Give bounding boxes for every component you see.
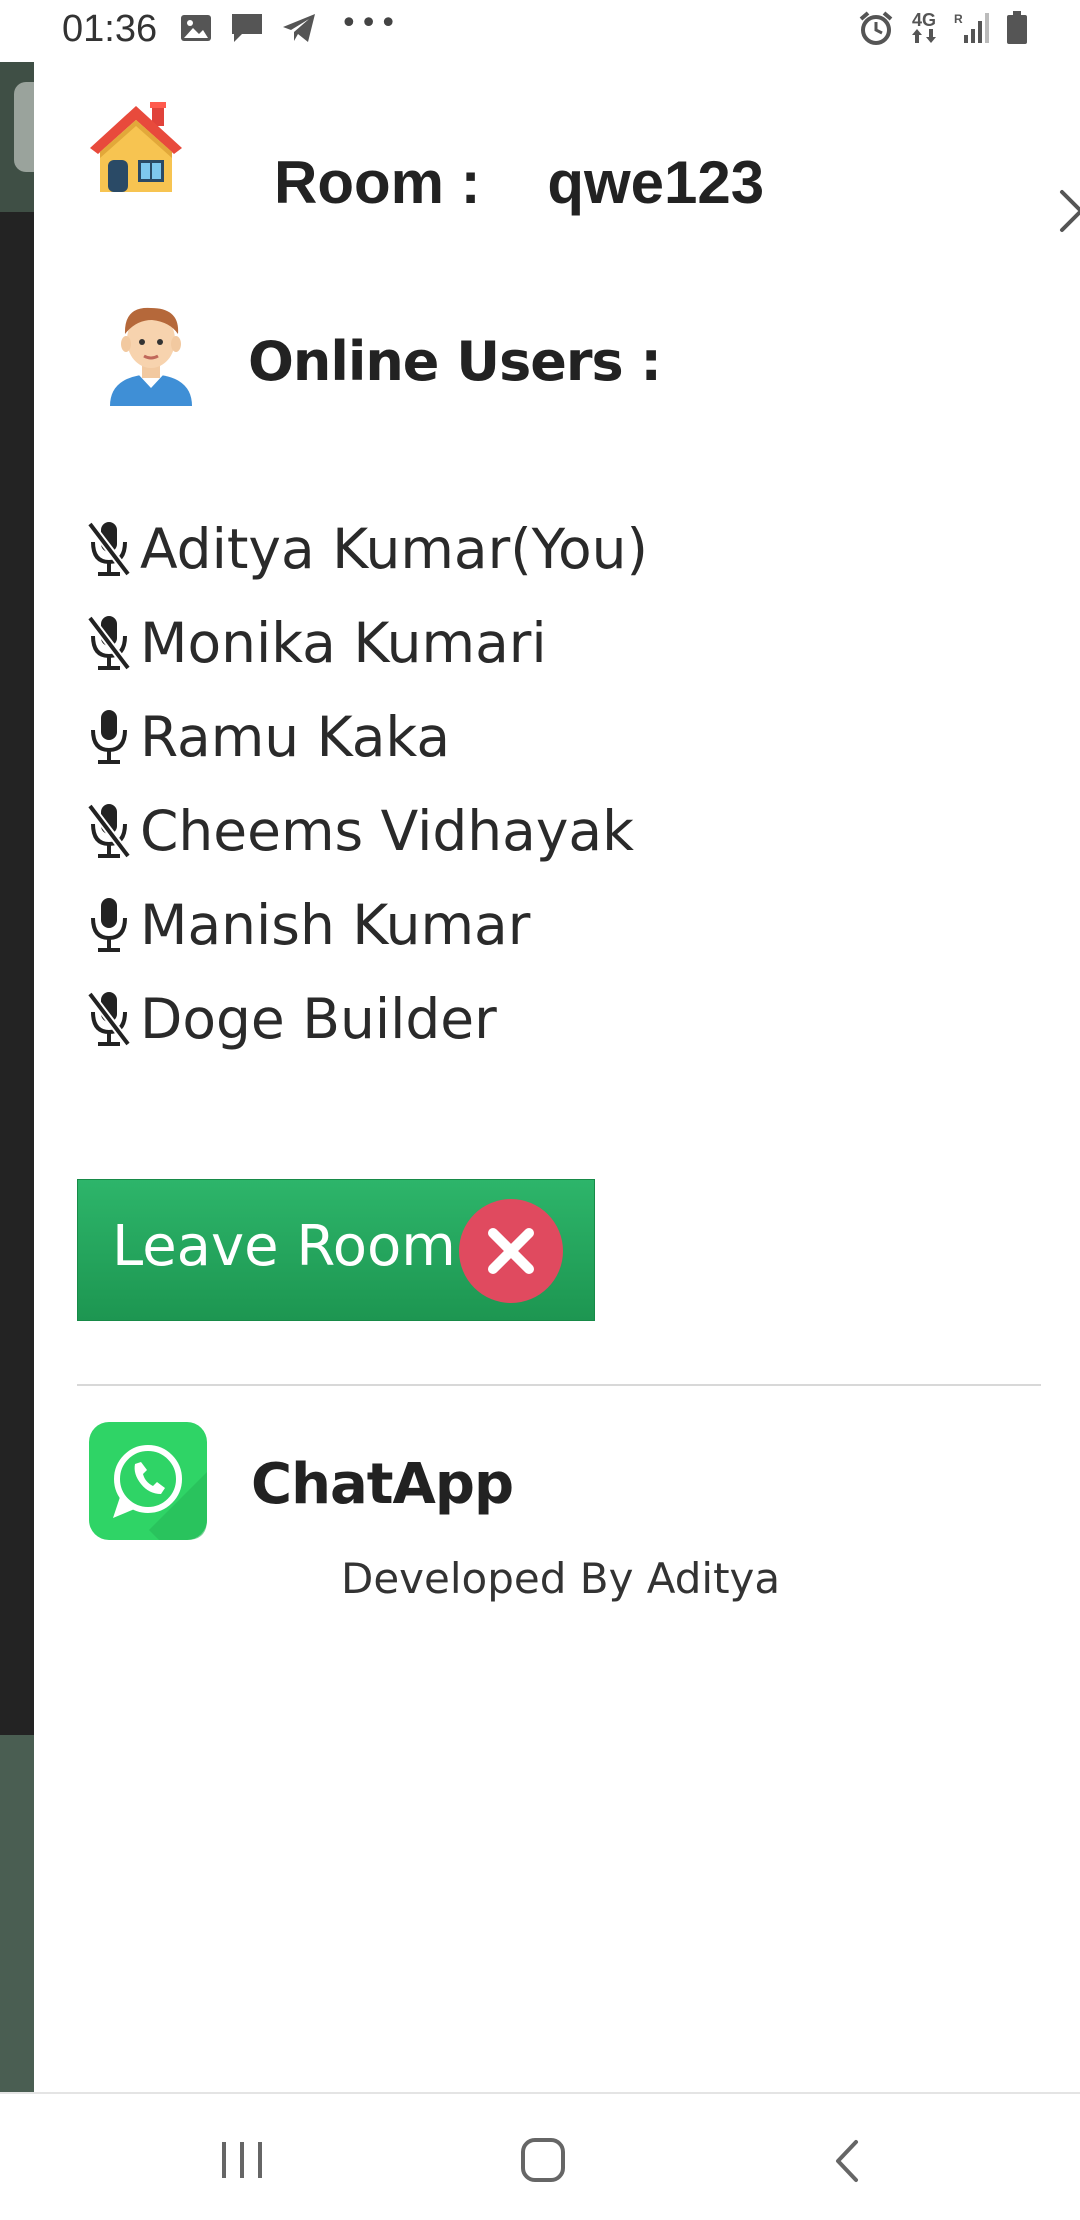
back-icon[interactable] [818,2136,878,2186]
user-name: Ramu Kaka [140,705,451,769]
message-icon [232,14,262,42]
user-name: Aditya Kumar(You) [140,517,648,581]
home-icon[interactable] [513,2136,573,2186]
mic-muted-icon[interactable] [82,798,136,864]
user-list-item: Monika Kumari [82,596,982,690]
status-time: 01:36 [62,8,158,50]
mic-muted-icon[interactable] [82,610,136,676]
svg-text:R: R [954,12,963,26]
mic-muted-icon[interactable] [82,516,136,582]
more-dots-icon: ••• [340,5,400,41]
leave-room-label: Leave Room [112,1214,456,1279]
user-name: Doge Builder [140,987,497,1051]
user-list-item: Manish Kumar [82,878,982,972]
user-avatar-icon [110,307,192,406]
room-label: Room : [274,149,481,216]
gallery-icon [181,15,211,41]
battery-icon [1007,11,1027,44]
status-bar: 01:36 ••• 4G R [0,0,1080,62]
data-arrows-icon [912,29,936,43]
navigation-bar [0,2092,1080,2220]
room-header: Room : qwe123 [86,98,1080,232]
online-users-title: Online Users : [248,330,662,393]
telegram-icon [283,14,315,42]
background-app-control [14,82,34,172]
status-system-icons: 4G R [858,10,1028,46]
room-title: Room : qwe123 [274,148,764,217]
house-icon [90,102,182,192]
online-users-header: Online Users : [96,296,796,416]
network-label: 4G [911,10,936,30]
user-name: Monika Kumari [140,611,547,675]
user-list-item: Cheems Vidhayak [82,784,982,878]
room-name: qwe123 [547,149,765,216]
user-name: Manish Kumar [140,893,531,957]
mic-icon[interactable] [82,704,136,770]
signal-icon: R [954,12,989,43]
divider [77,1384,1041,1386]
user-list-item: Doge Builder [82,972,982,1066]
close-icon[interactable] [1048,178,1080,244]
mic-icon[interactable] [82,892,136,958]
user-list-item: Ramu Kaka [82,690,982,784]
whatsapp-icon [89,1422,207,1540]
mic-muted-icon[interactable] [82,986,136,1052]
leave-room-button[interactable]: Leave Room [77,1179,595,1321]
alarm-icon [859,11,893,45]
user-list-item: Aditya Kumar(You) [82,502,982,596]
online-user-list: Aditya Kumar(You) Monika Kumari Ramu Kak… [82,502,982,1066]
4g-data-icon: 4G [910,10,938,44]
room-drawer: Room : qwe123 Online Users : Aditya Kuma… [34,62,1080,2092]
app-name: ChatApp [251,1452,514,1517]
recent-apps-icon[interactable] [212,2136,272,2186]
background-app-footer [0,1735,34,2092]
close-circle-icon [459,1199,563,1303]
developer-credit: Developed By Aditya [341,1554,781,1603]
user-name: Cheems Vidhayak [140,799,634,863]
status-notification-icons: ••• [180,6,399,44]
